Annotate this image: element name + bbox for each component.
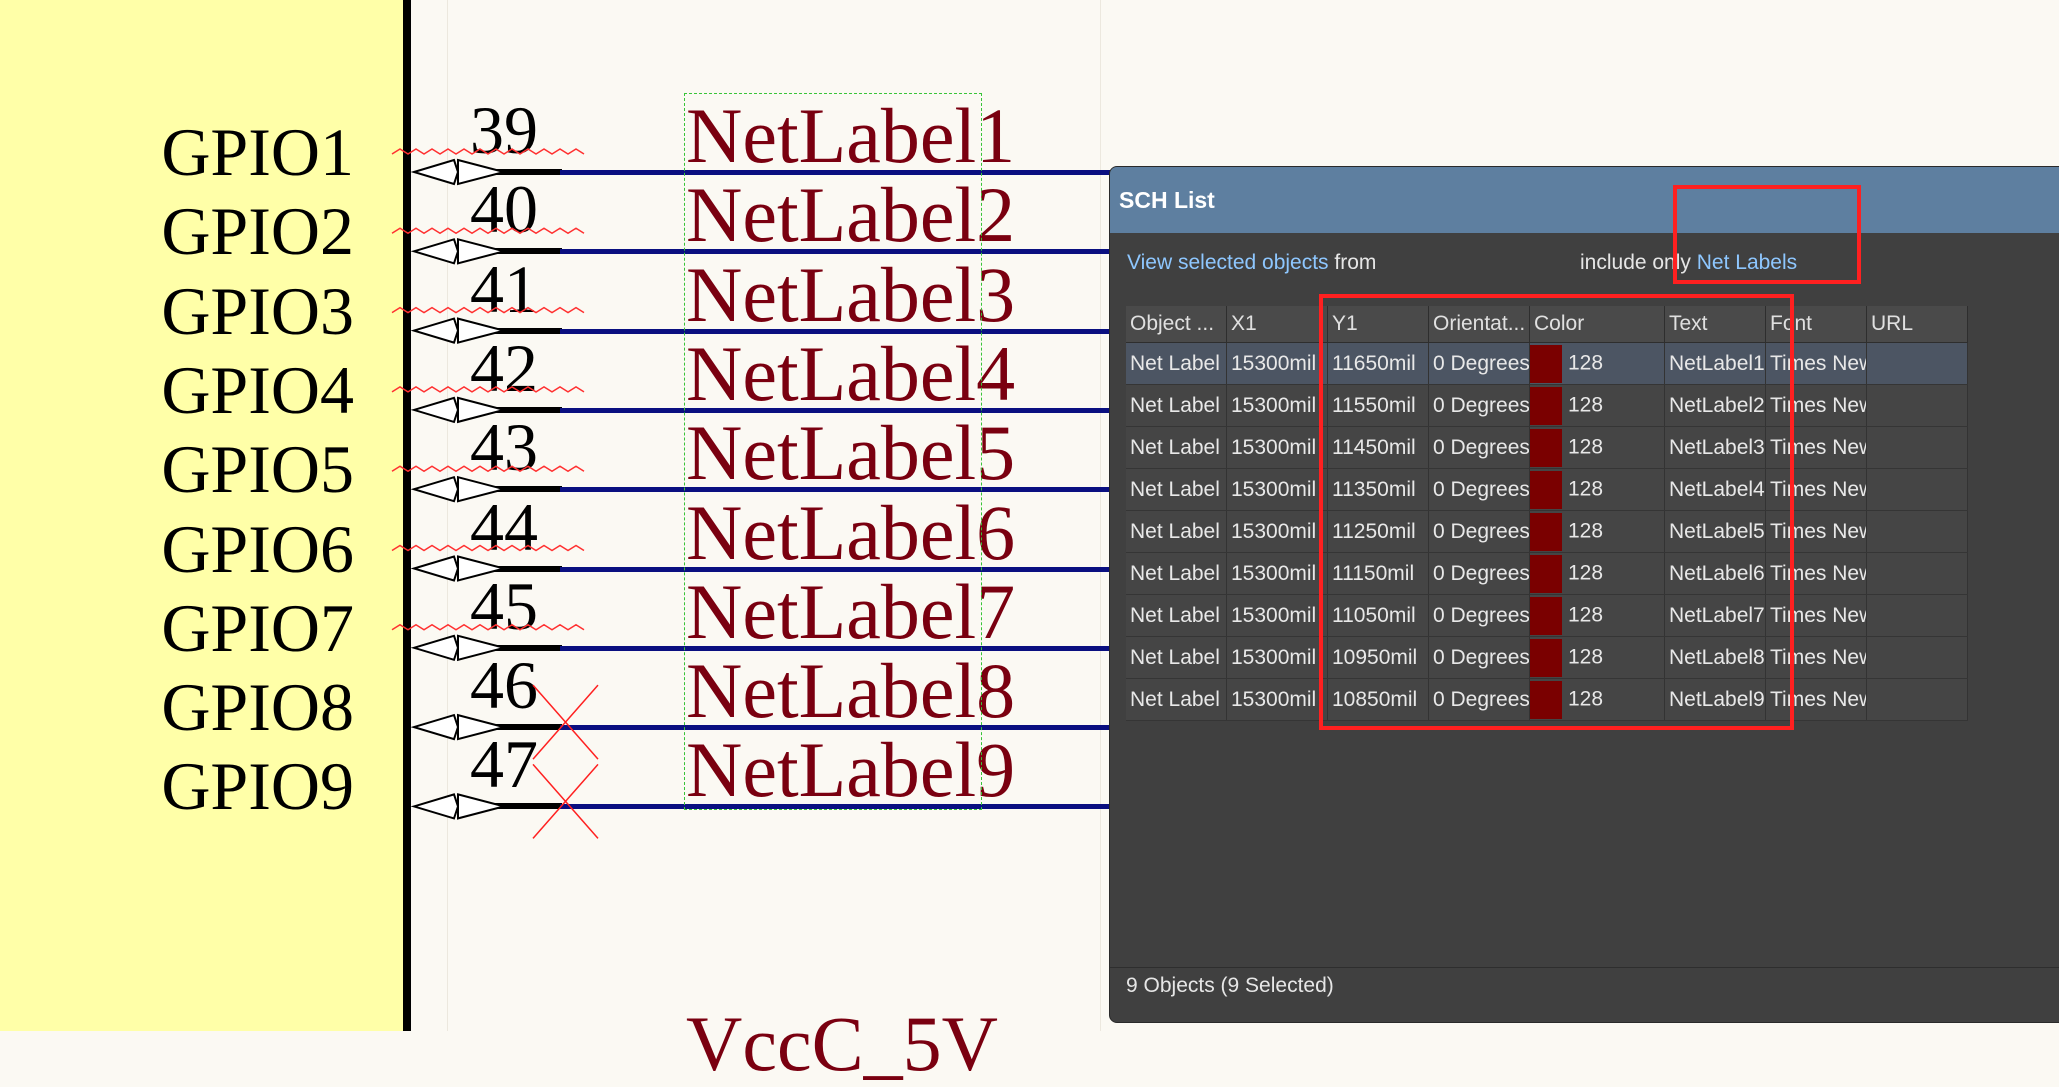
pin-arrow-left-icon: [410, 158, 460, 186]
cell-x1[interactable]: 15300mil: [1226, 468, 1328, 511]
cell-x1[interactable]: 15300mil: [1226, 426, 1328, 469]
cell-x1[interactable]: 15300mil: [1226, 636, 1328, 679]
column-url[interactable]: URL: [1866, 306, 1968, 343]
pin-arrow-left-icon: [410, 555, 460, 582]
filter-row: View selected objects from include only …: [1110, 237, 2059, 287]
pin-arrow-right-icon: [457, 475, 508, 503]
status-bar: 9 Objects (9 Selected): [1110, 967, 2059, 1008]
cell-object-kind[interactable]: Net Label: [1126, 426, 1227, 469]
pin-arrow-right-icon: [457, 317, 508, 344]
cell-url[interactable]: [1866, 426, 1968, 469]
pin-arrow-left-icon: [410, 238, 460, 265]
cell-x1[interactable]: 15300mil: [1226, 510, 1328, 553]
column-x1[interactable]: X1: [1226, 306, 1328, 343]
pin-arrow-right-icon: [457, 634, 508, 662]
pin-arrow-left-icon: [410, 713, 460, 741]
vcc-label[interactable]: VccC_5V: [686, 1005, 998, 1083]
cell-url[interactable]: [1866, 594, 1968, 637]
pin-symbols-overlay: [391, 148, 599, 839]
cell-x1[interactable]: 15300mil: [1226, 552, 1328, 595]
pin-arrow-left-icon: [410, 396, 460, 424]
error-squiggle-icon: [391, 465, 585, 473]
pin-arrow-right-icon: [457, 793, 508, 820]
pin-arrow-right-icon: [457, 158, 508, 186]
cell-url[interactable]: [1866, 552, 1968, 595]
cell-url[interactable]: [1866, 678, 1968, 721]
cell-object-kind[interactable]: Net Label: [1126, 636, 1227, 679]
cell-object-kind[interactable]: Net Label: [1126, 594, 1227, 637]
cell-url[interactable]: [1866, 384, 1968, 427]
cell-object-kind[interactable]: Net Label: [1126, 552, 1227, 595]
pin-arrow-left-icon: [410, 475, 460, 503]
cell-object-kind[interactable]: Net Label: [1126, 468, 1227, 511]
error-squiggle-icon: [391, 386, 585, 393]
error-squiggle-icon: [391, 544, 585, 552]
cell-x1[interactable]: 15300mil: [1226, 678, 1328, 721]
view-selected-link[interactable]: View selected objects: [1127, 251, 1329, 274]
column-object-kind[interactable]: Object ...: [1126, 306, 1227, 343]
cell-x1[interactable]: 15300mil: [1226, 384, 1328, 427]
pin-arrow-right-icon: [457, 238, 508, 265]
cell-object-kind[interactable]: Net Label: [1126, 510, 1227, 553]
cell-url[interactable]: [1866, 468, 1968, 511]
highlight-table-columns: [1319, 294, 1794, 730]
cell-x1[interactable]: 15300mil: [1226, 594, 1328, 637]
pin-arrow-left-icon: [410, 634, 460, 662]
pin-arrow-right-icon: [457, 555, 508, 582]
cell-url[interactable]: [1866, 510, 1968, 553]
cell-object-kind[interactable]: Net Label: [1126, 342, 1227, 385]
cell-url[interactable]: [1866, 342, 1968, 385]
pin-arrow-left-icon: [410, 317, 460, 344]
error-squiggle-icon: [391, 306, 585, 314]
panel-title[interactable]: SCH List: [1110, 167, 2059, 233]
pin-arrow-left-icon: [410, 793, 460, 820]
pin-arrow-right-icon: [457, 396, 508, 424]
cell-object-kind[interactable]: Net Label: [1126, 678, 1227, 721]
cell-url[interactable]: [1866, 636, 1968, 679]
pin-arrow-right-icon: [457, 713, 508, 741]
error-squiggle-icon: [391, 227, 585, 235]
cell-object-kind[interactable]: Net Label: [1126, 384, 1227, 427]
cell-x1[interactable]: 15300mil: [1226, 342, 1328, 385]
highlight-include-filter: [1673, 185, 1861, 284]
error-squiggle-icon: [391, 623, 585, 631]
error-squiggle-icon: [391, 148, 585, 155]
from-text: from: [1334, 251, 1377, 274]
